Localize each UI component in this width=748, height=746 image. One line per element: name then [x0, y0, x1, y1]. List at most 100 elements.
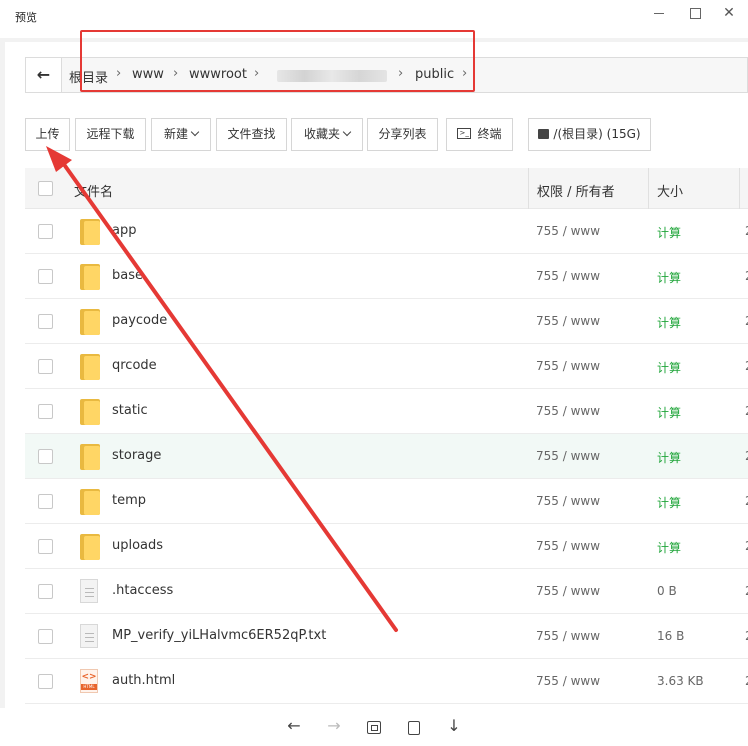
folder-icon [80, 264, 100, 290]
table-row[interactable]: temp 755 / www 计算 2 [25, 479, 748, 524]
table-row[interactable]: .htaccess 755 / www 0 B 2 [25, 569, 748, 614]
file-permission[interactable]: 755 / www [536, 314, 600, 328]
viewer-control-bar: ← → ↓ [0, 708, 748, 746]
download-icon[interactable]: ↓ [443, 716, 465, 738]
disk-icon [538, 128, 550, 139]
rotate-icon[interactable] [403, 716, 425, 738]
column-header-perm[interactable]: 权限 / 所有者 [537, 181, 615, 200]
file-manager-panel: ← 根目录 › www › wwwroot › › public › 上传 远程… [5, 42, 748, 708]
column-header-size[interactable]: 大小 [657, 181, 683, 200]
file-permission[interactable]: 755 / www [536, 629, 600, 643]
new-dropdown-button[interactable]: 新建 [151, 118, 211, 151]
file-permission[interactable]: 755 / www [536, 494, 600, 508]
chevron-down-icon [190, 127, 200, 137]
upload-label: 上传 [35, 127, 60, 141]
upload-button[interactable]: 上传 [25, 118, 70, 151]
calculate-size-link[interactable]: 计算 [657, 269, 681, 286]
fit-screen-icon[interactable] [363, 716, 385, 738]
file-permission[interactable]: 755 / www [536, 674, 600, 688]
file-search-button[interactable]: 文件查找 [216, 118, 287, 151]
close-icon[interactable]: ✕ [714, 2, 744, 24]
file-name[interactable]: base [112, 268, 143, 283]
file-size: 16 B [657, 629, 685, 643]
select-all-checkbox[interactable] [38, 181, 53, 196]
minimize-icon[interactable] [644, 2, 674, 24]
calculate-size-link[interactable]: 计算 [657, 494, 681, 511]
file-name[interactable]: MP_verify_yiLHalvmc6ER52qP.txt [112, 628, 326, 643]
row-checkbox[interactable] [38, 224, 53, 239]
file-permission[interactable]: 755 / www [536, 449, 600, 463]
previous-arrow-icon[interactable]: ← [283, 716, 305, 738]
row-checkbox[interactable] [38, 674, 53, 689]
file-name[interactable]: storage [112, 448, 161, 463]
next-arrow-icon[interactable]: → [323, 716, 345, 738]
file-name[interactable]: uploads [112, 538, 163, 553]
file-name[interactable]: static [112, 403, 148, 418]
maximize-icon[interactable] [680, 2, 710, 24]
calculate-size-link[interactable]: 计算 [657, 449, 681, 466]
folder-icon [80, 354, 100, 380]
row-checkbox[interactable] [38, 359, 53, 374]
table-row[interactable]: MP_verify_yiLHalvmc6ER52qP.txt 755 / www… [25, 614, 748, 659]
file-permission[interactable]: 755 / www [536, 359, 600, 373]
row-checkbox[interactable] [38, 314, 53, 329]
calculate-size-link[interactable]: 计算 [657, 404, 681, 421]
table-row[interactable]: base 755 / www 计算 2 [25, 254, 748, 299]
row-checkbox[interactable] [38, 629, 53, 644]
file-name[interactable]: qrcode [112, 358, 157, 373]
arrow-left-icon[interactable]: ← [26, 58, 62, 92]
row-checkbox[interactable] [38, 539, 53, 554]
calculate-size-link[interactable]: 计算 [657, 539, 681, 556]
terminal-label: 终端 [477, 127, 502, 141]
file-size: 0 B [657, 584, 677, 598]
file-permission[interactable]: 755 / www [536, 584, 600, 598]
calculate-size-link[interactable]: 计算 [657, 359, 681, 376]
column-divider [648, 168, 649, 209]
terminal-button[interactable]: >_ 终端 [446, 118, 513, 151]
file-permission[interactable]: 755 / www [536, 269, 600, 283]
chevron-down-icon [342, 127, 352, 137]
file-permission[interactable]: 755 / www [536, 224, 600, 238]
favorites-dropdown-button[interactable]: 收藏夹 [291, 118, 363, 151]
row-checkbox[interactable] [38, 584, 53, 599]
table-row[interactable]: static 755 / www 计算 2 [25, 389, 748, 434]
folder-icon [80, 489, 100, 515]
disk-button[interactable]: /(根目录) (15G) [528, 118, 651, 151]
remote-download-label: 远程下载 [86, 127, 135, 141]
row-checkbox[interactable] [38, 494, 53, 509]
share-list-label: 分享列表 [378, 127, 427, 141]
favorites-label: 收藏夹 [303, 127, 340, 141]
table-row[interactable]: uploads 755 / www 计算 2 [25, 524, 748, 569]
file-name[interactable]: paycode [112, 313, 167, 328]
share-list-button[interactable]: 分享列表 [367, 118, 438, 151]
new-label: 新建 [163, 127, 188, 141]
folder-icon [80, 444, 100, 470]
file-permission[interactable]: 755 / www [536, 539, 600, 553]
table-row[interactable]: paycode 755 / www 计算 2 [25, 299, 748, 344]
file-name[interactable]: auth.html [112, 673, 175, 688]
file-name[interactable]: app [112, 223, 136, 238]
file-name[interactable]: .htaccess [112, 583, 173, 598]
table-row[interactable]: qrcode 755 / www 计算 2 [25, 344, 748, 389]
window-title: 预览 [15, 11, 37, 24]
row-checkbox[interactable] [38, 449, 53, 464]
row-checkbox[interactable] [38, 404, 53, 419]
column-header-name[interactable]: 文件名 [74, 181, 113, 200]
folder-icon [80, 219, 100, 245]
terminal-icon: >_ [457, 128, 472, 139]
column-divider [528, 168, 529, 209]
file-search-label: 文件查找 [227, 127, 276, 141]
folder-icon [80, 309, 100, 335]
calculate-size-link[interactable]: 计算 [657, 224, 681, 241]
remote-download-button[interactable]: 远程下载 [75, 118, 146, 151]
annotation-highlight-box [80, 30, 475, 92]
text-file-icon [80, 624, 98, 648]
file-permission[interactable]: 755 / www [536, 404, 600, 418]
table-row[interactable]: <>HTML auth.html 755 / www 3.63 KB 2 [25, 659, 748, 704]
table-row[interactable]: storage 755 / www 计算 2 [25, 434, 748, 479]
table-row[interactable]: app 755 / www 计算 2 [25, 209, 748, 254]
row-checkbox[interactable] [38, 269, 53, 284]
calculate-size-link[interactable]: 计算 [657, 314, 681, 331]
preview-viewport: ← 根目录 › www › wwwroot › › public › 上传 远程… [0, 38, 748, 708]
file-name[interactable]: temp [112, 493, 146, 508]
